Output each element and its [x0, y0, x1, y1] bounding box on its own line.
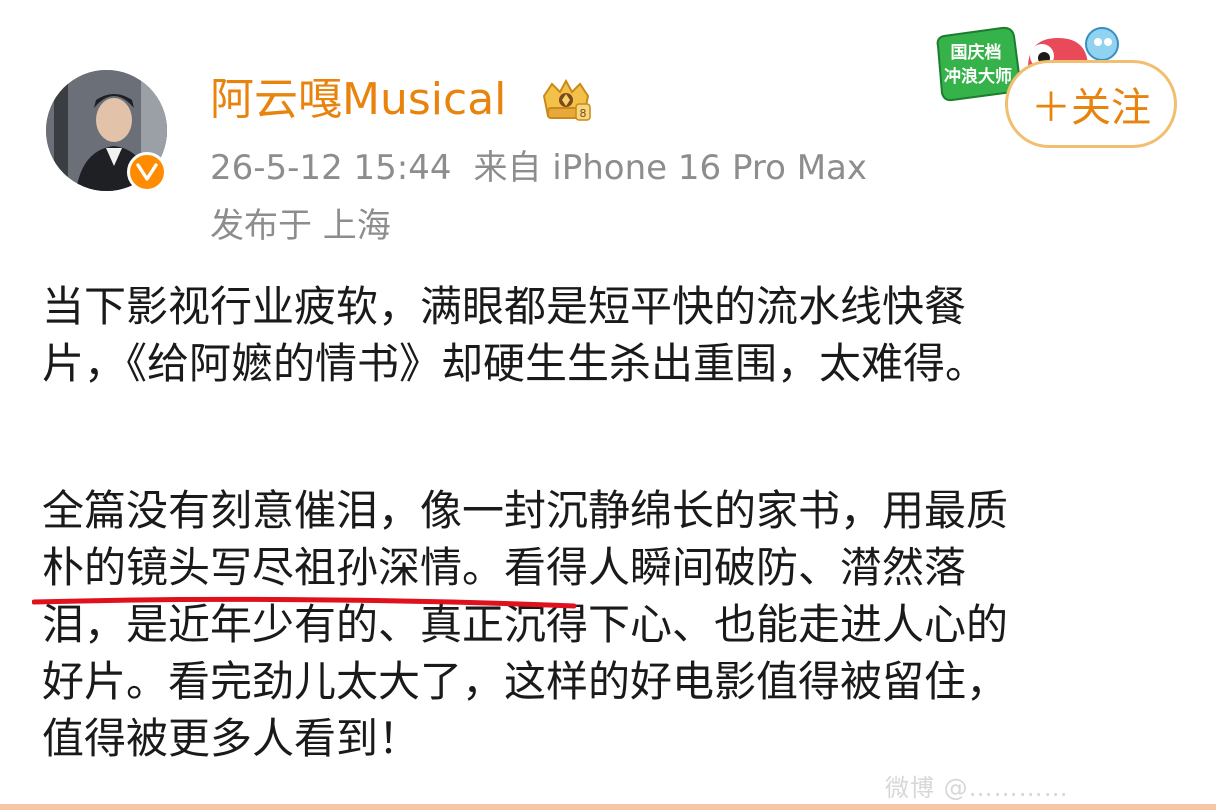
banner-line2: 冲浪大师	[944, 66, 1012, 87]
content-line: 片，《给阿嬷的情书》却硬生生杀出重围，太难得。	[42, 339, 988, 388]
red-underline-annotation	[32, 596, 577, 609]
content-line: 好片。看完劲儿太大了，这样的好电影值得被留住，	[42, 657, 1009, 706]
banner-line1: 国庆档	[951, 42, 1002, 63]
post-meta: 26-5-12 15:44 来自 iPhone 16 Pro Max	[210, 146, 867, 190]
crown-badge-icon[interactable]: 8	[538, 78, 594, 124]
content-line: 当下影视行业疲软，满眼都是短平快的流水线快餐	[42, 282, 967, 331]
follow-button[interactable]: ＋关注	[1005, 60, 1177, 148]
verified-badge-icon	[127, 152, 167, 192]
content-line: 值得被更多人看到！	[42, 714, 421, 763]
svg-text:8: 8	[580, 107, 587, 120]
bottom-edge-bar	[0, 804, 1216, 810]
post-location: 发布于 上海	[210, 206, 391, 246]
username[interactable]: 阿云嘎Musical	[210, 70, 506, 130]
watermark: 微博 @…………	[885, 774, 1069, 802]
content-line: 全篇没有刻意催泪，像一封沉静绵长的家书，用最质	[42, 486, 1009, 535]
content-line: 朴的镜头写尽祖孙深情。看得人瞬间破防、潸然落	[42, 543, 967, 592]
post-content: 当下影视行业疲软，满眼都是短平快的流水线快餐 片，《给阿嬷的情书》却硬生生杀出重…	[42, 278, 1192, 767]
post-timestamp: 26-5-12 15:44	[210, 148, 452, 188]
post-source: 来自 iPhone 16 Pro Max	[473, 148, 868, 188]
